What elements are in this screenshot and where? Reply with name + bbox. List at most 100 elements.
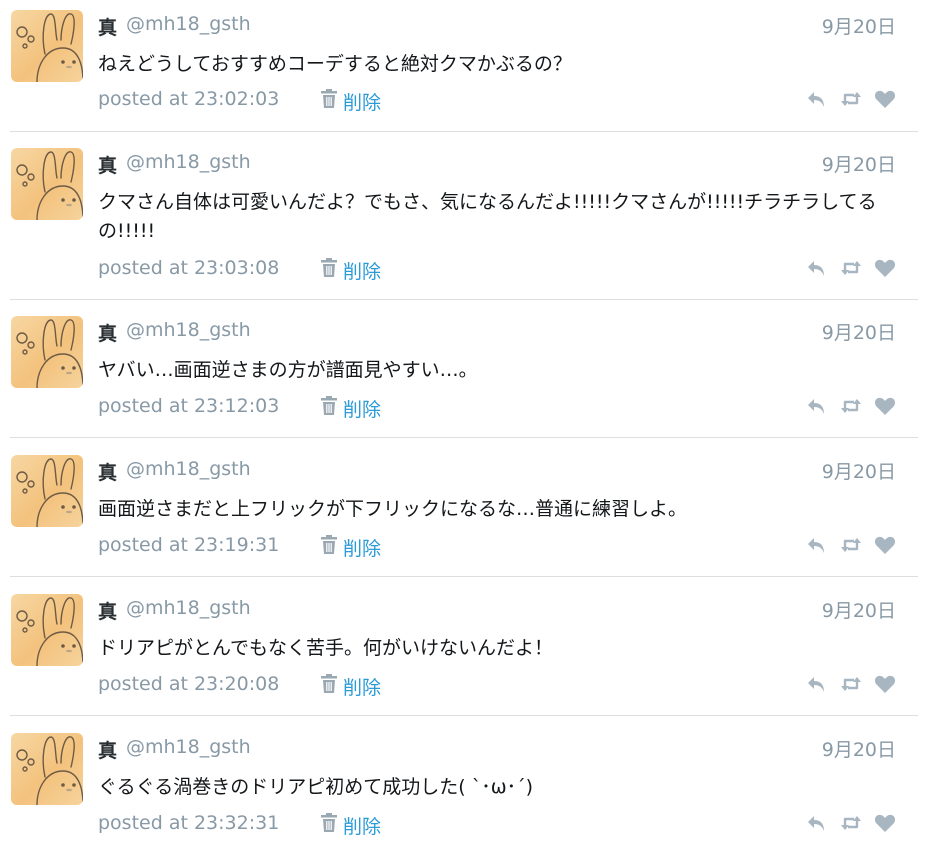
reply-icon — [808, 816, 824, 831]
tweet-text: ねえどうしておすすめコーデすると絶対クマかぶるの？ — [98, 53, 572, 75]
retweet-button[interactable] — [840, 674, 862, 694]
tweet-date[interactable]: 9月20日 — [822, 596, 896, 623]
reply-button[interactable] — [806, 89, 828, 109]
heart-icon — [874, 397, 896, 415]
retweet-icon — [841, 677, 861, 691]
rabbit-avatar-icon — [16, 13, 83, 82]
retweet-button[interactable] — [840, 396, 862, 416]
display-name[interactable]: 真 — [98, 597, 117, 624]
tweet-date[interactable]: 9月20日 — [822, 318, 896, 345]
tweet: 真 @mh18_gsth 9月20日 ヤバい…画面逆さまの方が譜面見やすい…。 … — [0, 306, 918, 438]
user-handle[interactable]: @mh18_gsth — [126, 597, 251, 619]
heart-icon — [874, 814, 896, 832]
retweet-button[interactable] — [840, 813, 862, 833]
trash-icon[interactable] — [320, 674, 338, 694]
retweet-icon — [841, 92, 861, 106]
reply-icon — [808, 538, 824, 553]
retweet-icon — [841, 538, 861, 552]
delete-button[interactable]: 削除 — [343, 257, 381, 284]
like-button[interactable] — [874, 674, 896, 694]
tweet: 真 @mh18_gsth 9月20日 ドリアピがとんでもなく苦手。何がいけないん… — [0, 584, 918, 716]
tweet-date[interactable]: 9月20日 — [822, 457, 896, 484]
trash-icon[interactable] — [320, 535, 338, 555]
like-button[interactable] — [874, 813, 896, 833]
user-handle[interactable]: @mh18_gsth — [126, 13, 251, 35]
rabbit-avatar-icon — [16, 151, 83, 220]
display-name[interactable]: 真 — [98, 319, 117, 346]
reply-icon — [808, 399, 824, 414]
tweet-date[interactable]: 9月20日 — [822, 735, 896, 762]
user-handle[interactable]: @mh18_gsth — [126, 151, 251, 173]
user-handle[interactable]: @mh18_gsth — [126, 736, 251, 758]
user-handle[interactable]: @mh18_gsth — [126, 319, 251, 341]
trash-icon[interactable] — [320, 89, 338, 109]
retweet-button[interactable] — [840, 258, 862, 278]
like-button[interactable] — [874, 89, 896, 109]
trash-icon[interactable] — [320, 813, 338, 833]
delete-button[interactable]: 削除 — [343, 395, 381, 422]
delete-button[interactable]: 削除 — [343, 673, 381, 700]
heart-icon — [874, 259, 896, 277]
display-name[interactable]: 真 — [98, 736, 117, 763]
posted-time: posted at 23:19:31 — [98, 534, 280, 556]
tweet-text: ドリアピがとんでもなく苦手。何がいけないんだよ！ — [98, 637, 554, 659]
posted-time: posted at 23:20:08 — [98, 673, 280, 695]
heart-icon — [874, 536, 896, 554]
reply-icon — [808, 261, 824, 276]
rabbit-avatar-icon — [16, 458, 83, 527]
reply-button[interactable] — [806, 813, 828, 833]
user-handle[interactable]: @mh18_gsth — [126, 458, 251, 480]
tweet-feed: 真 @mh18_gsth 9月20日 ねえどうしておすすめコーデすると絶対クマか… — [0, 0, 925, 847]
reply-button[interactable] — [806, 396, 828, 416]
tweet: 真 @mh18_gsth 9月20日 ねえどうしておすすめコーデすると絶対クマか… — [0, 0, 918, 132]
retweet-button[interactable] — [840, 535, 862, 555]
reply-button[interactable] — [806, 535, 828, 555]
heart-icon — [874, 675, 896, 693]
tweet-separator — [10, 131, 918, 132]
rabbit-avatar-icon — [16, 319, 83, 388]
trash-icon[interactable] — [320, 258, 338, 278]
tweet-separator — [10, 437, 918, 438]
tweet-separator — [10, 299, 918, 300]
rabbit-avatar-icon — [16, 736, 83, 805]
posted-time: posted at 23:02:03 — [98, 88, 280, 110]
tweet-separator — [10, 715, 918, 716]
trash-icon[interactable] — [320, 396, 338, 416]
retweet-icon — [841, 399, 861, 413]
tweet-text: クマさん自体は可愛いんだよ？でもさ、気になるんだよ!!!!!クマさんが!!!!!… — [98, 191, 877, 242]
tweet-text: ヤバい…画面逆さまの方が譜面見やすい…。 — [98, 359, 478, 381]
display-name[interactable]: 真 — [98, 458, 117, 485]
reply-button[interactable] — [806, 258, 828, 278]
reply-icon — [808, 677, 824, 692]
reply-icon — [808, 92, 824, 107]
heart-icon — [874, 90, 896, 108]
posted-time: posted at 23:32:31 — [98, 812, 280, 834]
posted-time: posted at 23:03:08 — [98, 257, 280, 279]
user-avatar[interactable] — [11, 316, 83, 388]
user-avatar[interactable] — [11, 148, 83, 220]
like-button[interactable] — [874, 396, 896, 416]
rabbit-avatar-icon — [16, 597, 83, 666]
tweet-text: ぐるぐる渦巻きのドリアピ初めて成功した( ˋ･ω･ˊ) — [98, 776, 534, 798]
user-avatar[interactable] — [11, 733, 83, 805]
display-name[interactable]: 真 — [98, 151, 117, 178]
delete-button[interactable]: 削除 — [343, 534, 381, 561]
delete-button[interactable]: 削除 — [343, 812, 381, 839]
tweet-separator — [10, 576, 918, 577]
reply-button[interactable] — [806, 674, 828, 694]
tweet-date[interactable]: 9月20日 — [822, 12, 896, 39]
like-button[interactable] — [874, 535, 896, 555]
display-name[interactable]: 真 — [98, 13, 117, 40]
user-avatar[interactable] — [11, 455, 83, 527]
tweet: 真 @mh18_gsth 9月20日 クマさん自体は可愛いんだよ？でもさ、気にな… — [0, 138, 918, 300]
posted-time: posted at 23:12:03 — [98, 395, 280, 417]
like-button[interactable] — [874, 258, 896, 278]
retweet-icon — [841, 816, 861, 830]
retweet-icon — [841, 261, 861, 275]
user-avatar[interactable] — [11, 594, 83, 666]
delete-button[interactable]: 削除 — [343, 88, 381, 115]
tweet: 真 @mh18_gsth 9月20日 画面逆さまだと上フリックが下フリックになる… — [0, 445, 918, 577]
tweet-date[interactable]: 9月20日 — [822, 150, 896, 177]
user-avatar[interactable] — [11, 10, 83, 82]
retweet-button[interactable] — [840, 89, 862, 109]
